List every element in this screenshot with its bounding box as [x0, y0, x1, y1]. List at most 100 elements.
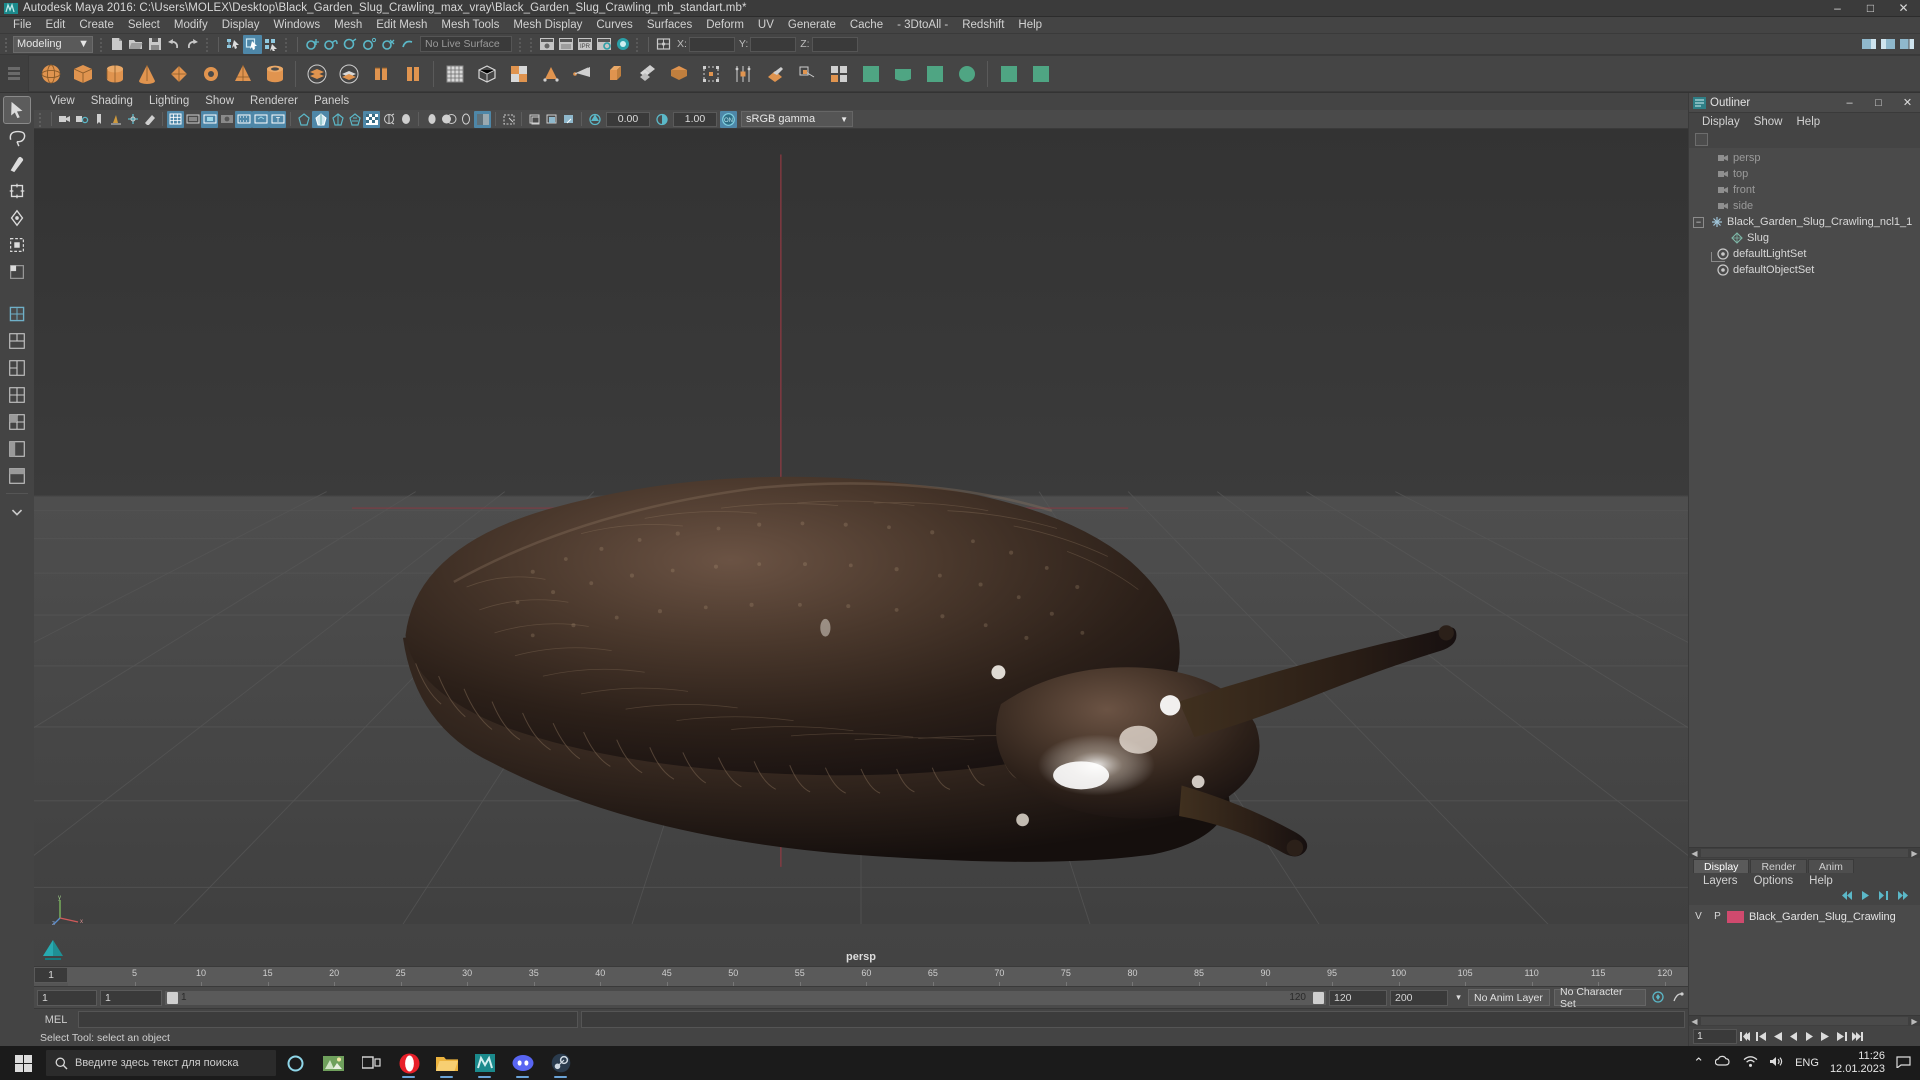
gamma-field[interactable]: 1.00 [673, 111, 717, 127]
layer-scroll-right-icon[interactable]: ▶ [1909, 1017, 1920, 1026]
toggle-editors-icon[interactable] [654, 35, 673, 54]
menu-item-edit-mesh[interactable]: Edit Mesh [369, 17, 434, 34]
bridge-icon[interactable] [663, 58, 694, 89]
separate-icon[interactable] [471, 58, 502, 89]
layer-row[interactable]: V P Black_Garden_Slug_Crawling [1689, 909, 1920, 924]
four-pane-layout-icon[interactable] [4, 409, 30, 435]
menu-item-curves[interactable]: Curves [589, 17, 639, 34]
mel-output[interactable] [581, 1011, 1685, 1028]
sculpt-icon[interactable] [951, 58, 982, 89]
open-scene-icon[interactable] [126, 35, 145, 54]
ipr-render-icon[interactable]: IPR [575, 35, 594, 54]
outliner-expander-icon[interactable]: − [1693, 216, 1704, 228]
playback-start-field[interactable]: 1 [100, 989, 162, 1006]
opera-icon[interactable] [390, 1046, 428, 1080]
multi-cut-icon[interactable] [855, 58, 886, 89]
playback-frame-field[interactable]: 1 [1693, 1028, 1737, 1044]
smooth-icon[interactable] [535, 58, 566, 89]
two-pane-side-layout-icon[interactable] [4, 328, 30, 354]
poly-prism-icon[interactable] [227, 58, 258, 89]
select-by-component-icon[interactable] [262, 35, 281, 54]
outliner-menu-show[interactable]: Show [1747, 113, 1790, 131]
step-back-keyframe-icon[interactable] [1754, 1028, 1769, 1044]
outliner-maximize-button[interactable]: □ [1866, 94, 1891, 112]
poly-platonic-icon[interactable] [365, 58, 396, 89]
select-camera-icon[interactable] [56, 111, 73, 128]
outliner-tree[interactable]: persp top front side − Black_Garden_Slug_Craw… [1689, 148, 1920, 847]
resolution-gate-icon[interactable] [201, 110, 218, 128]
discord-icon[interactable] [504, 1046, 542, 1080]
go-to-start-icon[interactable] [1738, 1028, 1753, 1044]
outliner-close-button[interactable]: ✕ [1895, 94, 1920, 112]
range-start-field[interactable]: 1 [37, 989, 97, 1006]
two-pane-stacked-layout-icon[interactable] [4, 355, 30, 381]
menu-item-deform[interactable]: Deform [699, 17, 751, 34]
film-origin-icon[interactable] [235, 110, 252, 128]
paint-select-tool-icon[interactable] [4, 151, 30, 177]
menu-item-mesh[interactable]: Mesh [327, 17, 369, 34]
lasso-select-tool-icon[interactable] [4, 124, 30, 150]
menu-item-redshift[interactable]: Redshift [955, 17, 1011, 34]
file-explorer-icon[interactable] [428, 1046, 466, 1080]
create-uvs-icon[interactable] [993, 58, 1024, 89]
toolbar-grip-1[interactable] [98, 36, 105, 52]
booleans-icon[interactable] [503, 58, 534, 89]
render-current-frame-icon[interactable] [556, 35, 575, 54]
outliner-item-top[interactable]: top [1689, 166, 1920, 182]
depth-of-field-icon[interactable] [457, 111, 474, 128]
poly-sphere-icon[interactable] [35, 58, 66, 89]
uv-editor-icon[interactable] [1025, 58, 1056, 89]
show-attribute-editor-icon[interactable] [1859, 35, 1878, 54]
xray-active-components-icon[interactable] [543, 111, 560, 128]
viewport-3d[interactable]: y x z persp [34, 129, 1688, 966]
play-forwards-icon[interactable] [1802, 1028, 1817, 1044]
gamma-icon[interactable] [653, 111, 670, 128]
time-slider[interactable]: 1 5 10 15 20 25 30 35 40 45 50 55 60 65 70 75 80 85 90 95 1… [34, 966, 1688, 986]
step-back-frame-icon[interactable] [1770, 1028, 1785, 1044]
grid-icon[interactable] [167, 110, 184, 128]
select-by-hierarchy-icon[interactable] [224, 35, 243, 54]
menu-item-generate[interactable]: Generate [781, 17, 843, 34]
color-space-dropdown[interactable]: sRGB gamma ▼ [741, 111, 853, 127]
step-forward-keyframe-icon[interactable] [1834, 1028, 1849, 1044]
append-polygon-icon[interactable] [695, 58, 726, 89]
task-view-icon[interactable] [352, 1046, 390, 1080]
range-end-field[interactable]: 120 [1329, 989, 1387, 1006]
multisample-icon[interactable] [440, 111, 457, 128]
outliner-filter-icon[interactable] [1695, 133, 1708, 146]
poly-helix-icon[interactable] [301, 58, 332, 89]
live-surface-field[interactable]: No Live Surface [420, 36, 512, 52]
range-options-icon[interactable]: ▾ [1451, 990, 1466, 1006]
coord-z-field[interactable] [811, 36, 858, 52]
xray-icon[interactable] [500, 111, 517, 128]
show-tool-settings-icon[interactable] [1878, 35, 1897, 54]
render-settings-icon[interactable] [594, 35, 613, 54]
menu-item-edit[interactable]: Edit [39, 17, 73, 34]
steam-icon[interactable] [542, 1046, 580, 1080]
outliner-item-side[interactable]: side [1689, 198, 1920, 214]
poly-soccer-ball-icon[interactable] [333, 58, 364, 89]
use-default-lighting-icon[interactable] [363, 110, 380, 128]
menu-item-display[interactable]: Display [215, 17, 267, 34]
range-slider[interactable]: 1 120 [164, 989, 1327, 1006]
taskbar-search-box[interactable]: Введите здесь текст для поиска [46, 1050, 276, 1076]
layer-visibility-toggle[interactable]: V [1689, 911, 1708, 922]
hypershade-icon[interactable] [613, 35, 632, 54]
poly-plane-icon[interactable] [163, 58, 194, 89]
layer-menu-help[interactable]: Help [1801, 875, 1841, 887]
textured-icon[interactable] [346, 111, 363, 128]
network-icon[interactable] [1743, 1055, 1758, 1071]
show-channel-box-icon[interactable] [1897, 35, 1916, 54]
persp-outliner-layout-icon[interactable] [4, 436, 30, 462]
menu-item-surfaces[interactable]: Surfaces [640, 17, 699, 34]
toolbar-grip-2[interactable] [204, 36, 211, 52]
statusline-grip[interactable] [4, 36, 11, 52]
mirror-icon[interactable] [567, 58, 598, 89]
wireframe-icon[interactable] [295, 111, 312, 128]
menu-item-file[interactable]: File [6, 17, 39, 34]
layer-color-swatch[interactable] [1727, 910, 1744, 923]
motion-blur-icon[interactable] [423, 111, 440, 128]
new-scene-icon[interactable] [107, 35, 126, 54]
close-button[interactable]: ✕ [1887, 0, 1920, 17]
menu-item-modify[interactable]: Modify [167, 17, 215, 34]
